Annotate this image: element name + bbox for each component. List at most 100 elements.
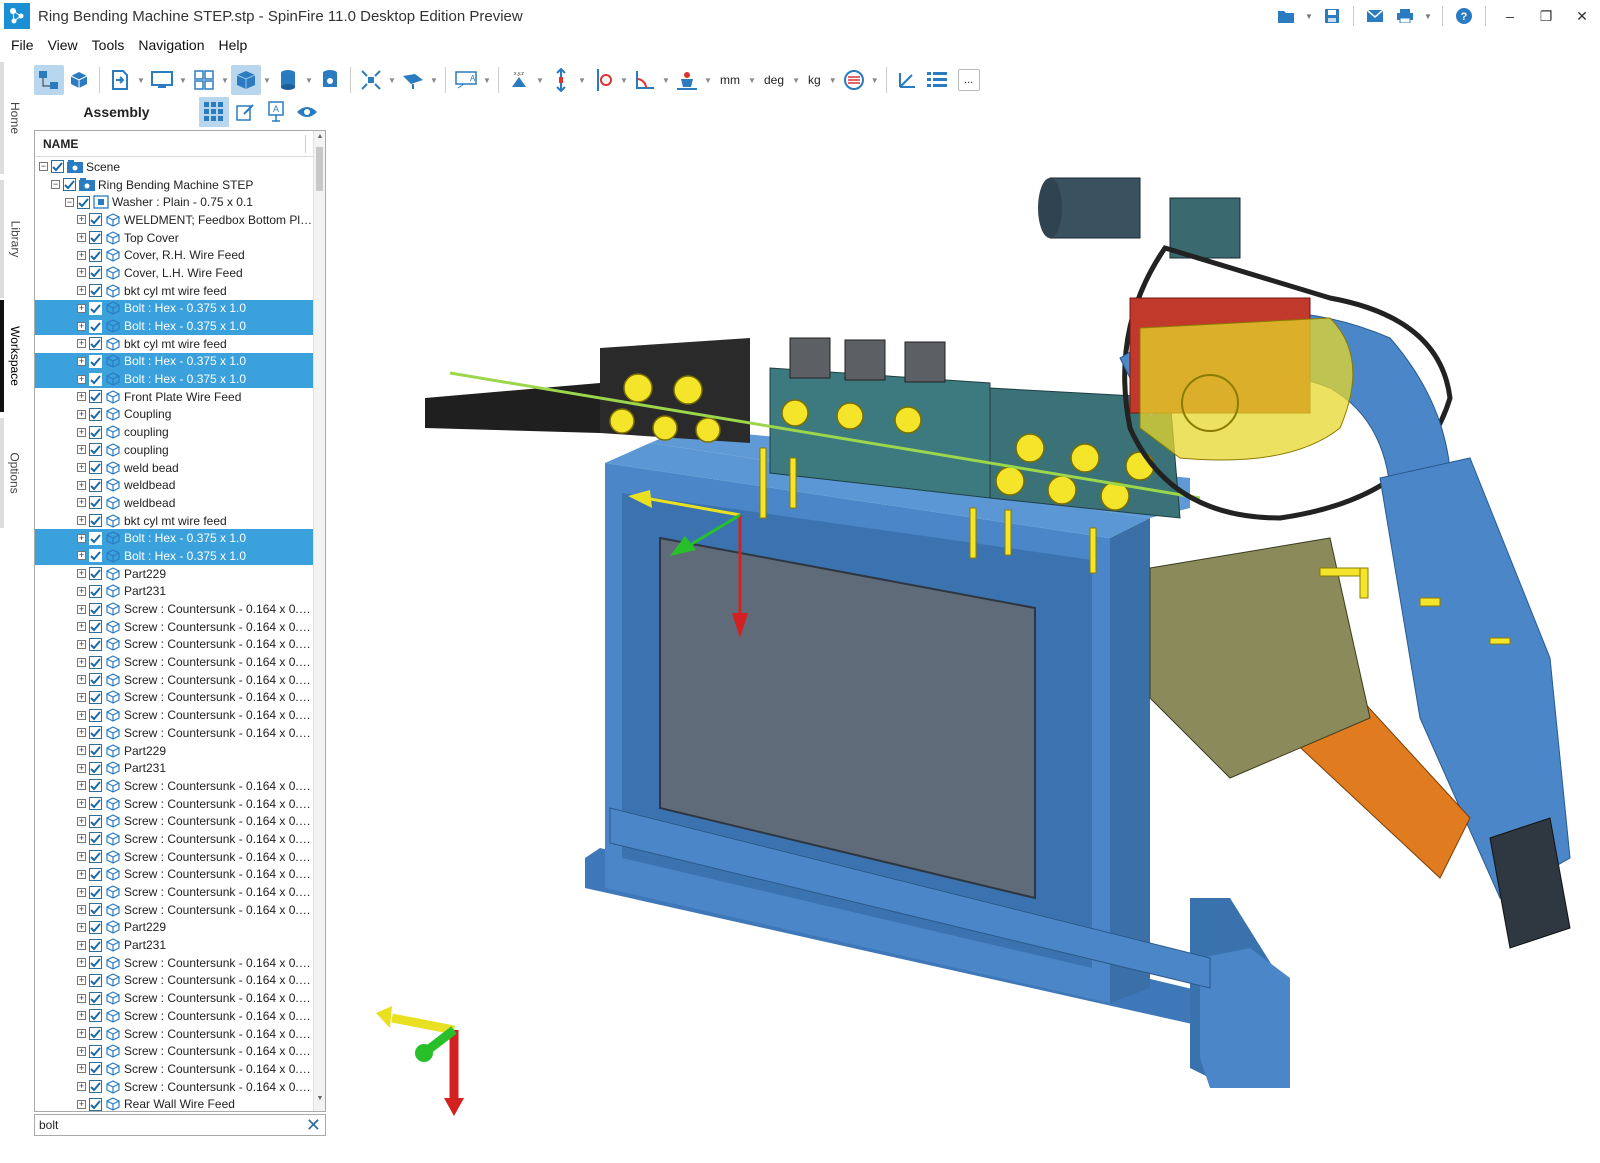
visibility-checkbox[interactable]	[89, 744, 102, 758]
tree-row[interactable]: + Screw : Countersunk - 0.164 x 0.3...	[35, 777, 313, 795]
chevron-down-icon[interactable]: ▼	[660, 65, 672, 95]
tree-row[interactable]: + weldbead	[35, 476, 313, 494]
tree-row[interactable]: + coupling	[35, 441, 313, 459]
edit-icon[interactable]	[230, 97, 260, 127]
expand-icon[interactable]: +	[77, 569, 86, 579]
tree-row[interactable]: + Screw : Countersunk - 0.164 x 0.3...	[35, 1025, 313, 1043]
tree-row[interactable]: + Screw : Countersunk - 0.164 x 0.3...	[35, 1007, 313, 1025]
tree-row[interactable]: + Part231	[35, 936, 313, 954]
visibility-checkbox[interactable]	[89, 1027, 102, 1041]
visibility-checkbox[interactable]	[89, 1009, 102, 1023]
visibility-checkbox[interactable]	[89, 213, 102, 227]
tree-row[interactable]: + Part231	[35, 759, 313, 777]
expand-icon[interactable]: +	[77, 498, 86, 508]
visibility-checkbox[interactable]	[89, 461, 102, 475]
tree-row[interactable]: + Bolt : Hex - 0.375 x 1.0	[35, 299, 313, 318]
annotation-icon[interactable]: A	[451, 65, 481, 95]
visibility-checkbox[interactable]	[51, 160, 64, 174]
tree-row[interactable]: + Rear Wall Wire Feed	[35, 1095, 313, 1111]
visibility-checkbox[interactable]	[89, 956, 102, 970]
tree-row[interactable]: − Washer : Plain - 0.75 x 0.1	[35, 193, 313, 211]
close-icon[interactable]: ✕	[1564, 0, 1600, 32]
expand-icon[interactable]: +	[77, 746, 86, 756]
tree-row[interactable]: − Scene	[35, 158, 313, 176]
expand-icon[interactable]: +	[77, 905, 86, 915]
visibility-checkbox[interactable]	[89, 973, 102, 987]
chevron-down-icon[interactable]: ▼	[1423, 4, 1433, 28]
visibility-checkbox[interactable]	[89, 867, 102, 881]
visibility-checkbox[interactable]	[89, 584, 102, 598]
collapse-icon[interactable]: −	[39, 162, 48, 172]
visibility-checkbox[interactable]	[89, 443, 102, 457]
chevron-down-icon[interactable]: ▼	[481, 65, 493, 95]
chevron-down-icon[interactable]: ▼	[386, 65, 398, 95]
chevron-down-icon[interactable]: ▼	[135, 65, 147, 95]
display-icon[interactable]	[147, 65, 177, 95]
tree-row[interactable]: + Top Cover	[35, 229, 313, 247]
visibility-checkbox[interactable]	[89, 602, 102, 616]
visibility-checkbox[interactable]	[89, 637, 102, 651]
expand-icon[interactable]: +	[77, 445, 86, 455]
expand-icon[interactable]: +	[77, 710, 86, 720]
chevron-down-icon[interactable]: ▼	[576, 65, 588, 95]
expand-icon[interactable]: +	[77, 409, 86, 419]
visibility-checkbox[interactable]	[89, 301, 102, 315]
menu-tools[interactable]: Tools	[85, 37, 132, 53]
tree-row[interactable]: + Part229	[35, 565, 313, 583]
chevron-down-icon[interactable]: ▼	[177, 65, 189, 95]
expand-icon[interactable]: +	[77, 250, 86, 260]
camera-view-icon[interactable]	[398, 65, 428, 95]
help-icon[interactable]: ?	[1452, 4, 1476, 28]
expand-icon[interactable]: +	[77, 639, 86, 649]
expand-icon[interactable]: +	[77, 1011, 86, 1021]
visibility-checkbox[interactable]	[89, 425, 102, 439]
visibility-checkbox[interactable]	[89, 407, 102, 421]
tree-row[interactable]: + Bolt : Hex - 0.375 x 1.0	[35, 317, 313, 335]
expand-icon[interactable]: +	[77, 852, 86, 862]
tree-row[interactable]: + Screw : Countersunk - 0.164 x 0.3...	[35, 901, 313, 919]
expand-icon[interactable]: +	[77, 834, 86, 844]
tree-row[interactable]: + Screw : Countersunk - 0.164 x 0.3...	[35, 866, 313, 884]
tree-row[interactable]: + Cover, L.H. Wire Feed	[35, 264, 313, 282]
scroll-up-icon[interactable]: ▲	[314, 133, 325, 147]
chevron-down-icon[interactable]: ▼	[790, 65, 802, 95]
chevron-down-icon[interactable]: ▼	[827, 65, 839, 95]
expand-icon[interactable]: +	[77, 940, 86, 950]
clear-search-icon[interactable]: ✕	[306, 1116, 321, 1134]
tree-row[interactable]: + Screw : Countersunk - 0.164 x 0.3...	[35, 689, 313, 707]
expand-icon[interactable]: +	[77, 1082, 86, 1092]
expand-icon[interactable]: +	[77, 922, 86, 932]
visibility-checkbox[interactable]	[89, 284, 102, 298]
expand-icon[interactable]: +	[77, 321, 86, 331]
tree-row[interactable]: + Coupling	[35, 406, 313, 424]
visibility-checkbox[interactable]	[89, 514, 102, 528]
restore-icon[interactable]: ❐	[1528, 0, 1564, 32]
visibility-checkbox[interactable]	[89, 337, 102, 351]
tree-row[interactable]: + Screw : Countersunk - 0.164 x 0.3...	[35, 618, 313, 636]
minimize-icon[interactable]: –	[1492, 0, 1528, 32]
expand-icon[interactable]: +	[77, 480, 86, 490]
expand-icon[interactable]: +	[77, 887, 86, 897]
visibility-checkbox[interactable]	[89, 885, 102, 899]
expand-icon[interactable]: +	[77, 728, 86, 738]
visibility-checkbox[interactable]	[63, 178, 76, 192]
tree-row[interactable]: + Screw : Countersunk - 0.164 x 0.3...	[35, 1042, 313, 1060]
tree-row[interactable]: + Screw : Countersunk - 0.164 x 0.3...	[35, 972, 313, 990]
machine-model[interactable]	[330, 98, 1600, 1160]
expand-icon[interactable]: +	[77, 392, 86, 402]
open-folder-icon[interactable]	[1274, 4, 1298, 28]
more-button[interactable]: ...	[957, 69, 980, 91]
tree-row[interactable]: + Screw : Countersunk - 0.164 x 0.3...	[35, 883, 313, 901]
angle-unit-select[interactable]: deg	[758, 73, 790, 87]
mass-properties-icon[interactable]	[672, 65, 702, 95]
tree-row[interactable]: + bkt cyl mt wire feed	[35, 282, 313, 300]
tree-row[interactable]: + Screw : Countersunk - 0.164 x 0.3...	[35, 830, 313, 848]
chevron-down-icon[interactable]: ▼	[869, 65, 881, 95]
visibility-checkbox[interactable]	[89, 549, 102, 563]
layout-icon[interactable]	[189, 65, 219, 95]
visibility-checkbox[interactable]	[77, 195, 90, 209]
visibility-checkbox[interactable]	[89, 814, 102, 828]
measure-distance-icon[interactable]	[546, 65, 576, 95]
menu-navigation[interactable]: Navigation	[131, 37, 211, 53]
tree-row[interactable]: + Bolt : Hex - 0.375 x 1.0	[35, 370, 313, 388]
